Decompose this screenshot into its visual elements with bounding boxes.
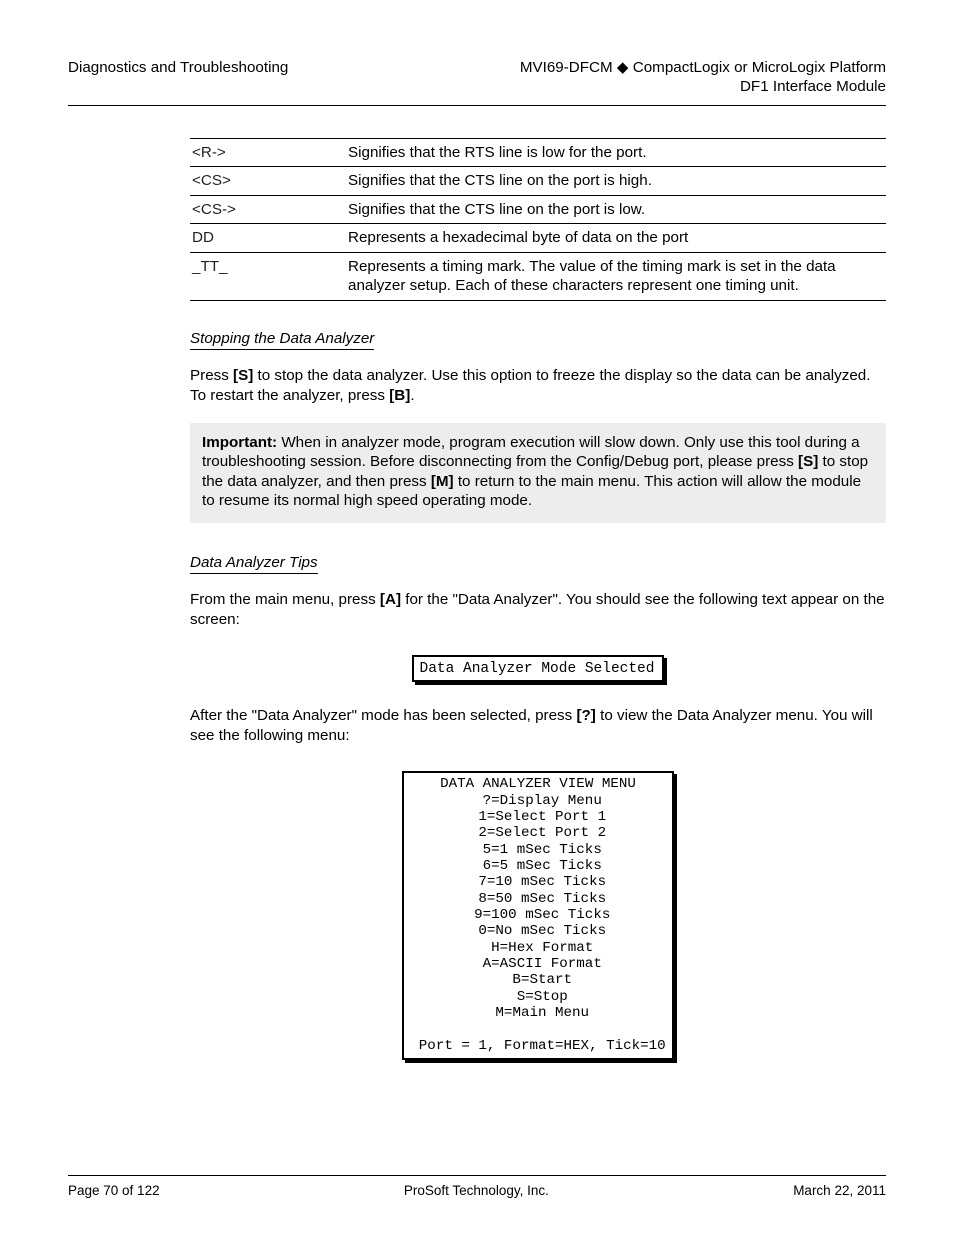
- footer: Page 70 of 122 ProSoft Technology, Inc. …: [68, 1175, 886, 1199]
- text: After the "Data Analyzer" mode has been …: [190, 707, 576, 724]
- table-row: <CS-> Signifies that the CTS line on the…: [190, 196, 886, 223]
- key-s: [S]: [233, 367, 253, 384]
- table-meaning: Represents a hexadecimal byte of data on…: [340, 224, 886, 251]
- table-rule: [190, 300, 886, 301]
- header-right-line1a: MVI69-DFCM: [520, 59, 617, 76]
- figure-wrap: Data Analyzer Mode Selected: [190, 647, 886, 706]
- table-code: DD: [190, 224, 340, 251]
- key-m: [M]: [431, 473, 454, 490]
- figure-analyzer-menu: DATA ANALYZER VIEW MENU ?=Display Menu 1…: [402, 771, 673, 1060]
- page-root: Diagnostics and Troubleshooting MVI69-DF…: [0, 0, 954, 1235]
- table-row: DD Represents a hexadecimal byte of data…: [190, 224, 886, 251]
- table-meaning: Signifies that the RTS line is low for t…: [340, 139, 886, 166]
- header-rule: [68, 105, 886, 106]
- table-code: <CS>: [190, 167, 340, 194]
- header-right-line2: DF1 Interface Module: [740, 78, 886, 95]
- footer-page-number: Page 70 of 122: [68, 1182, 160, 1199]
- important-label: Important:: [202, 434, 277, 451]
- table-meaning: Signifies that the CTS line on the port …: [340, 196, 886, 223]
- section-paragraph: From the main menu, press [A] for the "D…: [190, 590, 886, 629]
- header-left: Diagnostics and Troubleshooting: [68, 58, 288, 97]
- table-meaning: Represents a timing mark. The value of t…: [340, 253, 886, 300]
- section-paragraph: Press [S] to stop the data analyzer. Use…: [190, 366, 886, 405]
- table-code: _TT_: [190, 253, 340, 280]
- header-right-line1b: CompactLogix or MicroLogix Platform: [629, 59, 886, 76]
- content: <R-> Signifies that the RTS line is low …: [190, 138, 886, 1068]
- reference-table: <R-> Signifies that the RTS line is low …: [190, 138, 886, 301]
- footer-date: March 22, 2011: [793, 1182, 886, 1199]
- header-right: MVI69-DFCM ◆ CompactLogix or MicroLogix …: [520, 58, 886, 97]
- key-a: [A]: [380, 591, 401, 608]
- section-title-stopping: Stopping the Data Analyzer: [190, 329, 374, 350]
- text: Press: [190, 367, 233, 384]
- text: .: [410, 387, 414, 404]
- table-meaning: Signifies that the CTS line on the port …: [340, 167, 886, 194]
- table-code: <R->: [190, 139, 340, 166]
- text: When in analyzer mode, program execution…: [202, 434, 860, 470]
- key-s: [S]: [798, 453, 818, 470]
- text: From the main menu, press: [190, 591, 380, 608]
- footer-rule: [68, 1175, 886, 1176]
- footer-row: Page 70 of 122 ProSoft Technology, Inc. …: [68, 1182, 886, 1199]
- header: Diagnostics and Troubleshooting MVI69-DF…: [68, 58, 886, 97]
- section-paragraph: After the "Data Analyzer" mode has been …: [190, 706, 886, 745]
- text: to stop the data analyzer. Use this opti…: [190, 367, 870, 403]
- figure-mode-selected: Data Analyzer Mode Selected: [412, 655, 665, 682]
- table-row: <CS> Signifies that the CTS line on the …: [190, 167, 886, 194]
- table-code: <CS->: [190, 196, 340, 223]
- section-title-tips: Data Analyzer Tips: [190, 553, 318, 574]
- table-row: _TT_ Represents a timing mark. The value…: [190, 253, 886, 300]
- figure-wrap: DATA ANALYZER VIEW MENU ?=Display Menu 1…: [190, 763, 886, 1068]
- key-b: [B]: [389, 387, 410, 404]
- table-row: <R-> Signifies that the RTS line is low …: [190, 139, 886, 166]
- important-note: Important: When in analyzer mode, progra…: [190, 423, 886, 523]
- footer-center: ProSoft Technology, Inc.: [160, 1182, 794, 1199]
- key-question: [?]: [576, 707, 595, 724]
